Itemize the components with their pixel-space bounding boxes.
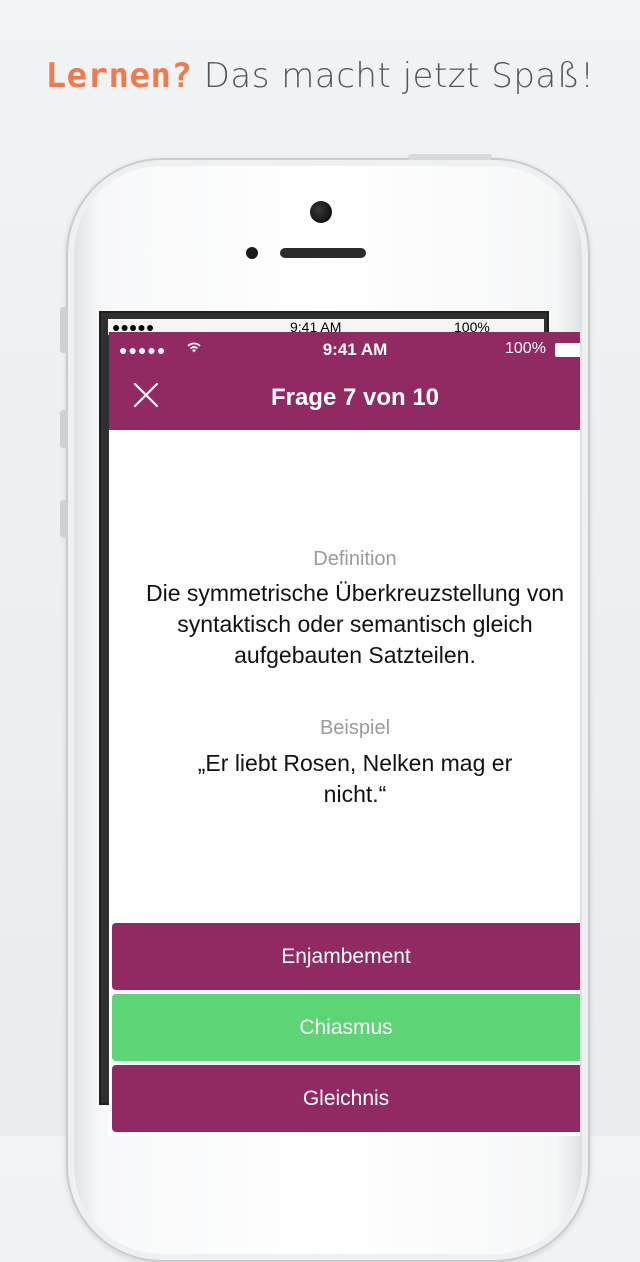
definition-label: Definition (313, 548, 397, 570)
marketing-headline: Lernen? Das macht jetzt Spaß! (0, 56, 640, 96)
example-label: Beispiel (319, 717, 391, 739)
front-camera (310, 201, 332, 223)
headline-accent: Lernen? (45, 56, 193, 96)
proximity-sensor (246, 247, 258, 259)
definition-text: Die symmetrische Überkreuzstellung von s… (146, 580, 564, 668)
answer-button-chiasmus[interactable]: Chiasmus (112, 994, 580, 1061)
page-title: Frage 7 von 10 (270, 384, 440, 411)
earpiece-speaker (280, 248, 366, 258)
quiz-screen: ●●●●● 9:41 AM 100% Frage 7 von 10 Defini… (109, 332, 580, 1136)
volume-down-button (60, 500, 68, 538)
battery-percent: 100% (505, 340, 546, 357)
nav-bar: ●●●●● 9:41 AM 100% Frage 7 von 10 (109, 332, 580, 430)
mute-switch (60, 307, 68, 353)
battery-icon (555, 343, 580, 357)
answer-button-enjambement[interactable]: Enjambement (112, 923, 580, 990)
status-bar: ●●●●● 9:41 AM 100% (109, 340, 580, 362)
power-button (408, 154, 492, 160)
headline-text: Das macht jetzt Spaß! (192, 56, 595, 96)
answer-list: Enjambement Chiasmus Gleichnis (112, 923, 580, 1136)
example-text: „Er liebt Rosen, Nelken mag er nicht.“ (197, 750, 513, 807)
answer-button-gleichnis[interactable]: Gleichnis (112, 1065, 580, 1132)
volume-up-button (60, 410, 68, 448)
